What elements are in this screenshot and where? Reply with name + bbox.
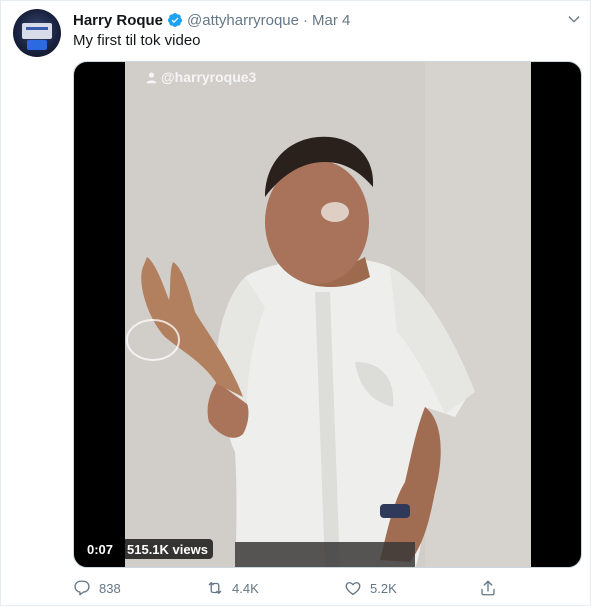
verified-badge-icon: [167, 12, 183, 28]
tweet-card[interactable]: Harry Roque @attyharryroque · Mar 4 My f…: [0, 0, 591, 606]
share-icon: [481, 580, 495, 596]
like-button[interactable]: 5.2K: [344, 579, 397, 597]
separator-dot: ·: [302, 11, 308, 29]
tiktok-watermark: @harryroque3: [145, 69, 256, 85]
retweet-count: 4.4K: [232, 580, 259, 596]
tweet-actions: 838 4.4K 5.2K: [73, 575, 503, 601]
share-button[interactable]: [479, 579, 505, 597]
video-time-badge: 0:07: [82, 539, 119, 559]
chevron-down-icon[interactable]: [566, 11, 582, 27]
video-views-badge: 515.1K views: [122, 539, 213, 559]
reply-count: 838: [99, 580, 121, 596]
author-name[interactable]: Harry Roque: [73, 12, 163, 29]
user-icon: [146, 71, 157, 83]
video-player[interactable]: @harryroque3 0:07 515.1K views: [73, 61, 582, 568]
heart-icon: [345, 582, 361, 596]
reply-button[interactable]: 838: [73, 579, 121, 597]
video-frame[interactable]: @harryroque3: [125, 62, 531, 567]
tweet-date[interactable]: Mar 4: [312, 12, 350, 29]
tweet-header: Harry Roque @attyharryroque · Mar 4: [73, 10, 350, 30]
retweet-icon: [208, 582, 222, 594]
like-count: 5.2K: [370, 580, 397, 596]
watermark-text: @harryroque3: [161, 69, 257, 85]
retweet-button[interactable]: 4.4K: [206, 579, 259, 597]
video-still-image: [125, 62, 531, 567]
avatar[interactable]: [13, 9, 61, 57]
tweet-text: My first til tok video: [73, 32, 201, 49]
reply-icon: [74, 580, 90, 596]
author-handle[interactable]: @attyharryroque: [187, 12, 299, 29]
